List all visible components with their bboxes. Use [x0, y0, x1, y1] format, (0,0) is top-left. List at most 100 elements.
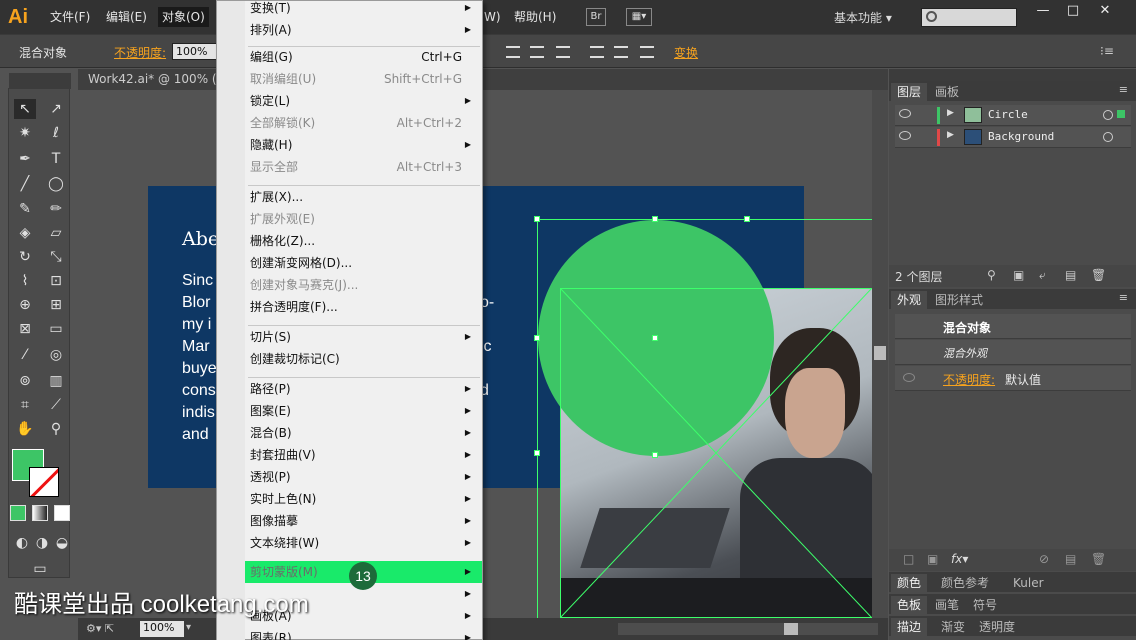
eye-icon[interactable] — [899, 109, 911, 118]
selection-handle[interactable] — [744, 216, 750, 222]
tab-color[interactable]: 颜色 — [891, 574, 928, 592]
menu-item[interactable]: 隐藏(H) ▶ — [217, 134, 482, 156]
tab-stroke[interactable]: 描边 — [891, 618, 928, 636]
zoom-input[interactable]: 100% — [140, 621, 184, 637]
minimize-button[interactable]: — — [1028, 2, 1058, 20]
menu-item[interactable]: 路径(P) ▶ — [217, 378, 482, 400]
arrange-documents-icon[interactable]: ▦▾ — [626, 8, 652, 26]
tab-artboards[interactable]: 画板 — [929, 83, 965, 101]
duplicate-item-icon[interactable]: ▤ — [1065, 552, 1076, 566]
selection-handle[interactable] — [534, 335, 540, 341]
tab-gradient[interactable]: 渐变 — [935, 618, 971, 636]
menu-item[interactable]: 创建对象马赛克(J)... — [217, 274, 482, 296]
menu-item[interactable]: 实时上色(N) ▶ — [217, 488, 482, 510]
new-layer-icon[interactable]: ▤ — [1065, 268, 1076, 282]
color-mode-icon[interactable] — [10, 505, 26, 521]
selection-tool-icon[interactable]: ↖ — [14, 99, 36, 119]
menu-item[interactable]: 创建裁切标记(C) — [217, 348, 482, 370]
target-icon[interactable] — [1103, 132, 1113, 142]
menu-item[interactable]: 图表(R) ▶ — [217, 627, 482, 640]
menu-item[interactable]: 显示全部 Alt+Ctrl+3 — [217, 156, 482, 178]
add-fill-icon[interactable]: ▣ — [927, 552, 938, 566]
menu-item[interactable]: 排列(A) ▶ — [217, 19, 482, 41]
clipping-mask-icon[interactable]: ▣ — [1013, 268, 1024, 282]
slice-tool-icon[interactable]: ⟋ — [45, 395, 67, 415]
stroke-color-swatch[interactable] — [29, 467, 59, 497]
align-left-icon[interactable] — [590, 46, 604, 58]
gradient-tool-icon[interactable]: ▭ — [45, 319, 67, 339]
tools-panel-grip[interactable] — [9, 73, 71, 89]
draw-normal-icon[interactable]: ◐ — [11, 533, 33, 553]
ellipse-tool-icon[interactable]: ◯ — [45, 174, 67, 194]
tab-brushes[interactable]: 画笔 — [929, 596, 965, 614]
tab-layers[interactable]: 图层 — [891, 83, 928, 101]
none-mode-icon[interactable] — [54, 505, 70, 521]
warp-tool-icon[interactable]: ⌇ — [14, 271, 36, 291]
appearance-opacity-link[interactable]: 不透明度: — [943, 371, 995, 388]
menu-edit[interactable]: 编辑(E) — [102, 7, 151, 27]
maximize-button[interactable]: □ — [1058, 2, 1088, 20]
workspace-switcher[interactable]: 基本功能 ▾ — [834, 9, 892, 26]
menu-item[interactable]: 扩展外观(E) — [217, 208, 482, 230]
free-transform-icon[interactable]: ⊡ — [45, 271, 67, 291]
layer-row-circle[interactable]: ▶ Circle — [895, 105, 1131, 126]
vertical-scroll-thumb[interactable] — [874, 346, 886, 360]
pen-tool-icon[interactable]: ✒ — [14, 149, 36, 169]
align-center-icon[interactable] — [614, 46, 628, 58]
selection-handle[interactable] — [652, 216, 658, 222]
selection-indicator[interactable] — [1117, 110, 1125, 118]
expand-triangle-icon[interactable]: ▶ — [947, 130, 954, 140]
menu-item[interactable]: 拼合透明度(F)... — [217, 296, 482, 318]
tab-appearance[interactable]: 外观 — [891, 291, 928, 309]
menu-item[interactable]: 锁定(L) ▶ — [217, 90, 482, 112]
rotate-tool-icon[interactable]: ↻ — [14, 247, 36, 267]
magic-wand-icon[interactable]: ✷ — [14, 123, 36, 143]
menu-item[interactable]: 混合(B) ▶ — [217, 422, 482, 444]
locate-object-icon[interactable]: ⚲ — [987, 268, 996, 282]
blob-brush-icon[interactable]: ◈ — [14, 223, 36, 243]
new-sublayer-icon[interactable]: ⤶ — [1039, 268, 1046, 283]
horizontal-scroll-thumb[interactable] — [784, 623, 798, 635]
line-tool-icon[interactable]: ╱ — [14, 174, 36, 194]
eye-icon[interactable] — [899, 131, 911, 140]
menu-item[interactable]: 取消编组(U) Shift+Ctrl+G — [217, 68, 482, 90]
target-icon[interactable] — [1103, 110, 1113, 120]
tab-swatches[interactable]: 色板 — [891, 596, 928, 614]
perspective-grid-icon[interactable]: ⊞ — [45, 295, 67, 315]
tab-symbols[interactable]: 符号 — [967, 596, 1003, 614]
menu-item[interactable]: 扩展(X)... — [217, 186, 482, 208]
delete-item-icon[interactable]: 🗑 — [1091, 552, 1106, 566]
type-tool-icon[interactable]: T — [45, 149, 67, 169]
add-stroke-icon[interactable]: □ — [903, 552, 914, 566]
align-right-icon[interactable] — [640, 46, 654, 58]
zoom-dropdown-icon[interactable]: ▾ — [186, 622, 191, 633]
pencil-icon[interactable]: ✏ — [45, 199, 67, 219]
screen-mode-icon[interactable]: ▭ — [29, 559, 51, 579]
layer-row-background[interactable]: ▶ Background — [895, 127, 1131, 148]
fx-icon[interactable]: fx▾ — [951, 552, 968, 566]
tab-kuler[interactable]: Kuler — [1007, 574, 1050, 592]
menu-file[interactable]: 文件(F) — [46, 7, 94, 27]
tab-graphic-styles[interactable]: 图形样式 — [929, 291, 989, 309]
tab-transparency[interactable]: 透明度 — [973, 618, 1021, 636]
transform-link[interactable]: 变换 — [674, 44, 698, 61]
artboard-tool-icon[interactable]: ⌗ — [14, 395, 36, 415]
selection-handle[interactable] — [652, 452, 658, 458]
bridge-button[interactable]: Br — [586, 8, 606, 26]
draw-behind-icon[interactable]: ◑ — [31, 533, 53, 553]
clear-appearance-icon[interactable]: ⊘ — [1039, 552, 1049, 566]
status-tools-icon[interactable]: ⚙▾ ⇱ — [86, 622, 114, 635]
menu-item[interactable]: 透视(P) ▶ — [217, 466, 482, 488]
panel-dock-grip[interactable] — [889, 69, 1136, 81]
opacity-input[interactable]: 100% — [172, 43, 218, 60]
menu-item[interactable]: 创建渐变网格(D)... — [217, 252, 482, 274]
layers-panel-menu-icon[interactable]: ≡ — [1119, 83, 1128, 96]
mesh-tool-icon[interactable]: ⊠ — [14, 319, 36, 339]
search-input[interactable] — [921, 8, 1017, 27]
direct-selection-tool-icon[interactable]: ↗ — [45, 99, 67, 119]
align-middle-icon[interactable] — [530, 46, 544, 58]
hand-tool-icon[interactable]: ✋ — [14, 419, 36, 439]
selection-handle[interactable] — [534, 450, 540, 456]
shape-builder-icon[interactable]: ⊕ — [14, 295, 36, 315]
eye-icon[interactable] — [903, 373, 915, 382]
